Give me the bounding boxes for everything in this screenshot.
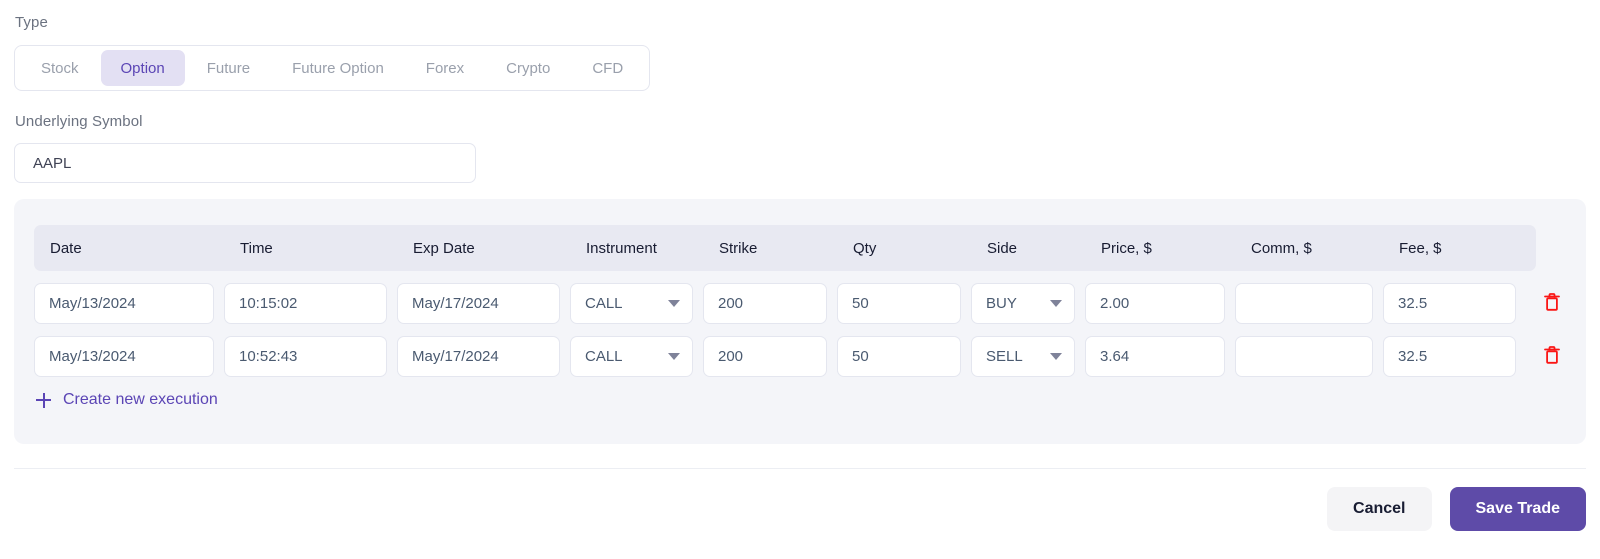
cell-price: [1085, 336, 1235, 377]
executions-rows: CALL BUY CALL SELL: [34, 277, 1578, 383]
instrument-dropdown[interactable]: CALL: [570, 336, 693, 377]
side-dropdown[interactable]: BUY: [971, 283, 1075, 324]
cell-instrument: CALL: [570, 336, 703, 377]
time-input[interactable]: [224, 283, 387, 324]
cell-strike: [703, 336, 837, 377]
column-header-side: Side: [987, 239, 1018, 257]
side-dropdown[interactable]: SELL: [971, 336, 1075, 377]
plus-icon: [36, 392, 51, 408]
save-trade-button[interactable]: Save Trade: [1449, 487, 1586, 531]
column-header-qty: Qty: [853, 239, 877, 257]
type-tab-future-option[interactable]: Future Option: [272, 50, 404, 86]
executions-header-row: Date Time Exp Date Instrument Strike Qty Side P…: [34, 225, 1536, 271]
cell-exp_date: [397, 336, 570, 377]
column-header-comm: Comm, $: [1251, 239, 1312, 257]
cell-date: [34, 336, 224, 377]
table-row: CALL BUY: [34, 277, 1578, 330]
strike-input[interactable]: [703, 283, 827, 324]
column-header-exp_date: Exp Date: [413, 239, 475, 257]
footer-divider: [14, 468, 1586, 469]
column-header-instrument: Instrument: [586, 239, 657, 257]
type-tab-stock[interactable]: Stock: [21, 50, 99, 86]
type-tab-option[interactable]: Option: [100, 50, 185, 86]
comm-input[interactable]: [1235, 336, 1373, 377]
executions-panel: Date Time Exp Date Instrument Strike Qty Side P…: [14, 199, 1586, 444]
instrument-dropdown[interactable]: CALL: [570, 283, 693, 324]
type-tab-future[interactable]: Future: [187, 50, 270, 86]
chevron-down-icon: [668, 300, 680, 307]
trash-icon: [1542, 344, 1562, 369]
chevron-down-icon: [1050, 300, 1062, 307]
column-header-time: Time: [240, 239, 273, 257]
column-header-date: Date: [50, 239, 82, 257]
footer-actions: Cancel Save Trade: [1327, 487, 1586, 531]
cell-qty: [837, 283, 971, 324]
type-tab-forex[interactable]: Forex: [406, 50, 484, 86]
cell-time: [224, 336, 397, 377]
cell-date: [34, 283, 224, 324]
date-input[interactable]: [34, 336, 214, 377]
underlying-symbol-input[interactable]: [14, 143, 476, 183]
cell-comm: [1235, 336, 1383, 377]
cell-side: BUY: [971, 283, 1085, 324]
exp_date-input[interactable]: [397, 336, 560, 377]
instrument-value: CALL: [585, 348, 623, 365]
cancel-button[interactable]: Cancel: [1327, 487, 1432, 531]
cell-fee: [1383, 336, 1526, 377]
fee-input[interactable]: [1383, 283, 1516, 324]
instrument-value: CALL: [585, 295, 623, 312]
side-value: SELL: [986, 348, 1023, 365]
type-tab-cfd[interactable]: CFD: [572, 50, 643, 86]
price-input[interactable]: [1085, 336, 1225, 377]
chevron-down-icon: [1050, 353, 1062, 360]
strike-input[interactable]: [703, 336, 827, 377]
type-label: Type: [15, 14, 48, 31]
cell-strike: [703, 283, 837, 324]
cell-instrument: CALL: [570, 283, 703, 324]
delete-execution-button[interactable]: [1526, 336, 1578, 377]
type-tab-crypto[interactable]: Crypto: [486, 50, 570, 86]
qty-input[interactable]: [837, 336, 961, 377]
create-new-execution-link[interactable]: Create new execution: [36, 391, 218, 409]
create-new-execution-label: Create new execution: [63, 391, 218, 408]
table-row: CALL SELL: [34, 330, 1578, 383]
price-input[interactable]: [1085, 283, 1225, 324]
cell-price: [1085, 283, 1235, 324]
fee-input[interactable]: [1383, 336, 1516, 377]
exp_date-input[interactable]: [397, 283, 560, 324]
chevron-down-icon: [668, 353, 680, 360]
comm-input[interactable]: [1235, 283, 1373, 324]
type-tabbar: Stock Option Future Future Option Forex Crypt…: [14, 45, 651, 91]
underlying-symbol-label: Underlying Symbol: [15, 113, 143, 130]
cell-side: SELL: [971, 336, 1085, 377]
delete-execution-button[interactable]: [1526, 283, 1578, 324]
time-input[interactable]: [224, 336, 387, 377]
side-value: BUY: [986, 295, 1017, 312]
cell-fee: [1383, 283, 1526, 324]
cell-comm: [1235, 283, 1383, 324]
cell-exp_date: [397, 283, 570, 324]
date-input[interactable]: [34, 283, 214, 324]
trash-icon: [1542, 291, 1562, 316]
column-header-fee: Fee, $: [1399, 239, 1442, 257]
column-header-strike: Strike: [719, 239, 758, 257]
cell-qty: [837, 336, 971, 377]
qty-input[interactable]: [837, 283, 961, 324]
cell-time: [224, 283, 397, 324]
column-header-price: Price, $: [1101, 239, 1152, 257]
